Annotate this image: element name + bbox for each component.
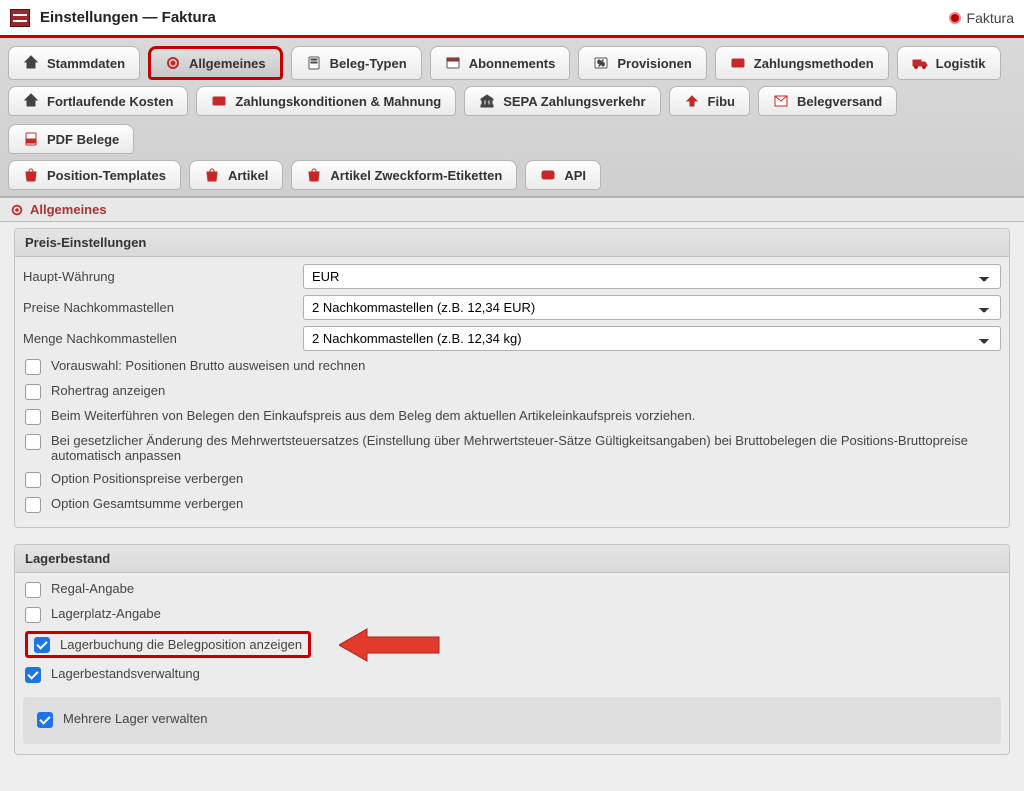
check-label: Option Positionspreise verbergen [51,471,243,486]
check-brutto[interactable] [25,359,41,375]
tab-abonnements[interactable]: Abonnements [430,46,571,80]
preise-nk-select[interactable]: 2 Nachkommastellen (z.B. 12,34 EUR) [303,295,1001,320]
tab-label: Zahlungsmethoden [754,56,874,71]
check-label: Mehrere Lager verwalten [63,711,208,726]
bag-icon [306,167,322,183]
check-gesamtsumme[interactable] [25,497,41,513]
send-icon [773,93,789,109]
tab-beleg-typen[interactable]: Beleg-Typen [291,46,422,80]
app-logo [10,9,30,27]
tab-logistik[interactable]: Logistik [897,46,1001,80]
panel-header: Preis-Einstellungen [15,229,1009,257]
tab-label: Fortlaufende Kosten [47,94,173,109]
menge-nk-label: Menge Nachkommastellen [23,331,303,346]
api-icon [540,167,556,183]
tab-label: Abonnements [469,56,556,71]
check-label: Beim Weiterführen von Belegen den Einkau… [51,408,695,423]
check-label: Lagerbuchung die Belegposition anzeigen [60,637,302,652]
tab-pdf-belege[interactable]: PDF Belege [8,124,134,154]
check-label: Option Gesamtsumme verbergen [51,496,243,511]
truck-icon [912,55,928,71]
preise-nk-label: Preise Nachkommastellen [23,300,303,315]
tab-artikel-etiketten[interactable]: Artikel Zweckform-Etiketten [291,160,517,190]
section-title: Allgemeines [30,202,107,217]
panel-preis-einstellungen: Preis-Einstellungen Haupt-Währung EUR Pr… [14,228,1010,528]
tab-label: Beleg-Typen [330,56,407,71]
tab-label: PDF Belege [47,132,119,147]
check-mehrere-lager[interactable] [37,712,53,728]
tab-fortlaufende-kosten[interactable]: Fortlaufende Kosten [8,86,188,116]
-check-label: Bei gesetzlicher Änderung des Mehrwertst… [51,433,999,463]
calendar-icon [445,55,461,71]
tab-label: Provisionen [617,56,691,71]
check-label: Lagerplatz-Angabe [51,606,161,621]
bag-icon [204,167,220,183]
tab-navigation: Stammdaten Allgemeines Beleg-Typen Abonn… [0,38,1024,197]
bank-icon [479,93,495,109]
tab-label: Stammdaten [47,56,125,71]
panel-header: Lagerbestand [15,545,1009,573]
tab-position-templates[interactable]: Position-Templates [8,160,181,190]
bag-icon [23,167,39,183]
check-label: Lagerbestandsverwaltung [51,666,200,681]
tab-label: SEPA Zahlungsverkehr [503,94,645,109]
export-icon [684,93,700,109]
tab-label: Allgemeines [189,56,266,71]
tab-label: API [564,168,586,183]
tab-label: Fibu [708,94,735,109]
check-einkaufspreis[interactable] [25,409,41,425]
tab-provisionen[interactable]: % Provisionen [578,46,706,80]
menge-nk-select[interactable]: 2 Nachkommastellen (z.B. 12,34 kg) [303,326,1001,351]
tab-label: Artikel [228,168,268,183]
haupt-waehrung-select[interactable]: EUR [303,264,1001,289]
gear-icon [165,55,181,71]
money-icon [211,93,227,109]
tab-zahlungskonditionen[interactable]: Zahlungskonditionen & Mahnung [196,86,456,116]
person-icon [23,55,39,71]
tab-belegversand[interactable]: Belegversand [758,86,897,116]
wallet-icon [730,55,746,71]
check-label: Vorauswahl: Positionen Brutto ausweisen … [51,358,365,373]
pdf-icon [23,131,39,147]
document-icon [306,55,322,71]
check-label: Rohertrag anzeigen [51,383,165,398]
tab-fibu[interactable]: Fibu [669,86,750,116]
tab-label: Position-Templates [47,168,166,183]
haupt-waehrung-label: Haupt-Währung [23,269,303,284]
check-label: Regal-Angabe [51,581,134,596]
brand-dot-icon [949,12,961,24]
tab-artikel[interactable]: Artikel [189,160,283,190]
tab-allgemeines[interactable]: Allgemeines [148,46,283,80]
tab-label: Artikel Zweckform-Etiketten [330,168,502,183]
check-lagerplatz[interactable] [25,607,41,623]
tab-zahlungsmethoden[interactable]: Zahlungsmethoden [715,46,889,80]
tab-stammdaten[interactable]: Stammdaten [8,46,140,80]
svg-text:%: % [598,59,605,68]
percent-icon: % [593,55,609,71]
tab-label: Zahlungskonditionen & Mahnung [235,94,441,109]
brand-indicator: Faktura [949,10,1014,26]
panel-lagerbestand: Lagerbestand Regal-Angabe Lagerplatz-Ang… [14,544,1010,755]
section-icon [10,203,24,217]
check-rohertrag[interactable] [25,384,41,400]
tab-sepa[interactable]: SEPA Zahlungsverkehr [464,86,660,116]
check-lagerbuchung[interactable] [34,637,50,653]
highlighted-option: Lagerbuchung die Belegposition anzeigen [25,631,311,658]
page-title: Einstellungen — Faktura [40,9,216,26]
brand-label: Faktura [967,10,1014,26]
tab-api[interactable]: API [525,160,601,190]
tab-label: Belegversand [797,94,882,109]
check-lagerbestandsverwaltung[interactable] [25,667,41,683]
tab-label: Logistik [936,56,986,71]
check-mwst[interactable] [25,434,41,450]
check-regal[interactable] [25,582,41,598]
check-positionspreise[interactable] [25,472,41,488]
clock-icon [23,93,39,109]
